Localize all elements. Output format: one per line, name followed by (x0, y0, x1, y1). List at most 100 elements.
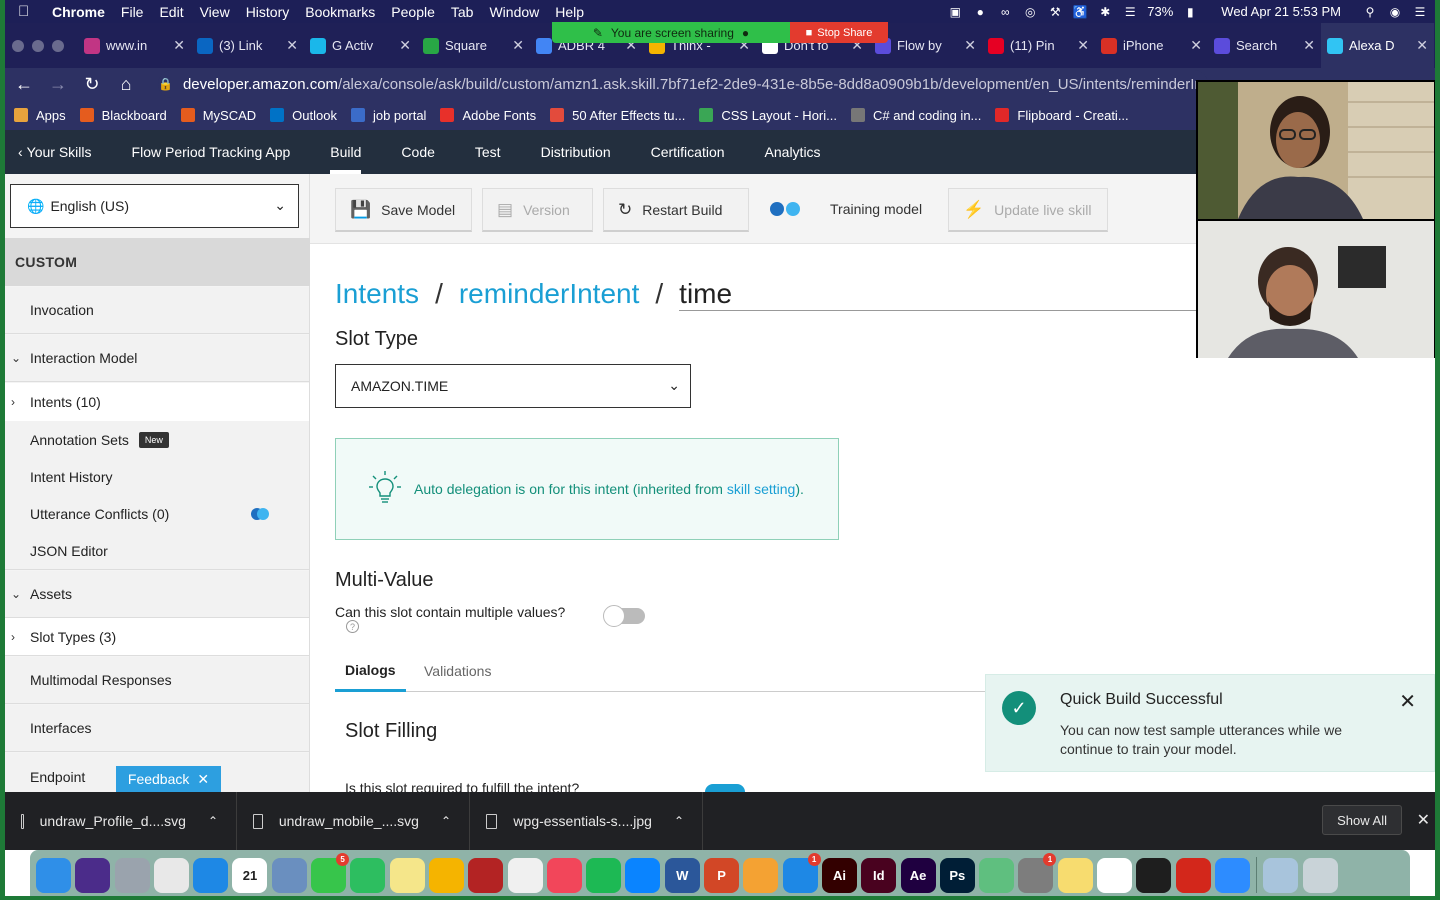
bookmark-item[interactable]: 50 After Effects tu... (550, 108, 685, 123)
spotlight-icon[interactable]: ⚲ (1362, 5, 1378, 19)
breadcrumb-intent[interactable]: reminderIntent (459, 278, 640, 310)
sidebar-item-intent-history[interactable]: Intent History (5, 458, 309, 495)
slot-name-field[interactable]: time (679, 278, 1253, 311)
menu-file[interactable]: File (121, 4, 144, 20)
multi-value-toggle[interactable] (603, 605, 645, 627)
sidebar-item-annotation-sets[interactable]: Annotation Sets New (5, 421, 309, 458)
target-icon[interactable]: ◎ (1022, 5, 1038, 19)
finder-window-icon[interactable] (1263, 857, 1299, 893)
tab-dialogs[interactable]: Dialogs (335, 650, 406, 692)
close-tab-icon[interactable]: ✕ (173, 37, 185, 54)
home-icon[interactable]: ⌂ (116, 74, 136, 95)
required-toggle[interactable] (705, 784, 745, 792)
word-icon[interactable]: W (664, 857, 700, 893)
restart-build-button[interactable]: ↻ Restart Build (603, 188, 749, 232)
stickies2-icon[interactable] (1057, 857, 1093, 893)
save-model-button[interactable]: 💾 Save Model (335, 188, 472, 232)
update-live-skill-button[interactable]: ⚡ Update live skill (948, 188, 1108, 232)
siri-icon[interactable] (75, 857, 111, 893)
wifi-icon[interactable]: ☰ (1122, 5, 1138, 19)
download-item[interactable]: undraw_mobile_....svg ⌃ (237, 792, 470, 850)
browser-tab[interactable]: iPhone ✕ (1095, 23, 1208, 68)
reload-icon[interactable]: ↻ (82, 74, 102, 95)
sidebar-item-interfaces[interactable]: Interfaces (5, 705, 309, 752)
show-all-button[interactable]: Show All (1322, 805, 1402, 835)
nav-analytics[interactable]: Analytics (765, 130, 821, 174)
control-center-icon[interactable]: ☰ (1412, 5, 1428, 19)
help-icon[interactable]: ? (346, 620, 359, 633)
version-button[interactable]: ▤ Version (482, 188, 593, 232)
nav-test[interactable]: Test (475, 130, 501, 174)
stop-share-button[interactable]: ■ Stop Share (790, 22, 888, 43)
close-tab-icon[interactable]: ✕ (399, 37, 411, 54)
trash-icon[interactable] (1302, 857, 1338, 893)
photos-icon[interactable] (507, 857, 543, 893)
minimize-window-button[interactable] (32, 39, 44, 52)
messenger-icon[interactable] (625, 857, 661, 893)
accessibility-icon[interactable]: ♿ (1072, 5, 1088, 19)
nav-skill-name[interactable]: Flow Period Tracking App (132, 130, 291, 174)
photoshop-icon[interactable]: Ps (939, 857, 975, 893)
sidebar-item-intents[interactable]: › Intents (10) (5, 383, 309, 421)
stickies-icon[interactable] (428, 857, 464, 893)
zoom-status-icon[interactable]: ● (972, 5, 988, 19)
download-item[interactable]: wpg-essentials-s....jpg ⌃ (470, 792, 703, 850)
url-field[interactable]: 🔒 developer.amazon.com/alexa/console/ask… (158, 70, 1208, 98)
atom-icon[interactable] (979, 857, 1015, 893)
slack-icon[interactable] (1097, 857, 1133, 893)
skill-setting-link[interactable]: skill setting (727, 481, 795, 497)
browser-tab[interactable]: (3) Link ✕ (191, 23, 304, 68)
nav-distribution[interactable]: Distribution (541, 130, 611, 174)
back-arrow-icon[interactable]: ← (14, 74, 34, 95)
siri-menu-icon[interactable]: ◉ (1387, 5, 1403, 19)
browser-tab[interactable]: Search ✕ (1208, 23, 1321, 68)
close-icon[interactable]: ✕ (1417, 810, 1430, 830)
aftereffects-icon[interactable]: Ae (900, 857, 936, 893)
bookmark-item[interactable]: Apps (14, 108, 66, 123)
browser-tab[interactable]: www.in ✕ (78, 23, 191, 68)
bookmark-item[interactable]: MySCAD (180, 108, 256, 123)
creative-cloud-icon[interactable]: ∞ (997, 5, 1013, 19)
download-item[interactable]: undraw_Profile_d....svg ⌃ (5, 792, 237, 850)
notes-icon[interactable] (389, 857, 425, 893)
menu-bookmarks[interactable]: Bookmarks (305, 4, 375, 20)
pages-icon[interactable] (743, 857, 779, 893)
clock[interactable]: Wed Apr 21 5:53 PM (1221, 4, 1341, 19)
sidebar-item-assets[interactable]: ⌄ Assets (5, 571, 309, 618)
bookmark-item[interactable]: Flipboard - Creati... (995, 108, 1129, 123)
slot-type-select[interactable]: AMAZON.TIME ⌄ (335, 364, 691, 408)
sidebar-item-multimodal-responses[interactable]: Multimodal Responses (5, 657, 309, 704)
close-tab-icon[interactable]: ✕ (286, 37, 298, 54)
evernote-icon[interactable] (350, 857, 386, 893)
close-icon[interactable]: ✕ (1399, 689, 1416, 714)
apple-icon[interactable]:  (18, 3, 38, 20)
bluetooth-icon[interactable]: ✱ (1097, 5, 1113, 19)
menu-people[interactable]: People (391, 4, 435, 20)
browser-tab[interactable]: (11) Pin ✕ (982, 23, 1095, 68)
bookmark-item[interactable]: CSS Layout - Hori... (699, 108, 837, 123)
nav-certification[interactable]: Certification (651, 130, 725, 174)
menu-edit[interactable]: Edit (159, 4, 183, 20)
close-tab-icon[interactable]: ✕ (1416, 37, 1428, 54)
feedback-button[interactable]: Feedback ✕ (116, 766, 221, 792)
close-tab-icon[interactable]: ✕ (964, 37, 976, 54)
nav-code[interactable]: Code (401, 130, 434, 174)
browser-tab[interactable]: G Activ ✕ (304, 23, 417, 68)
spotify-icon[interactable] (586, 857, 622, 893)
sidebar-item-invocation[interactable]: Invocation (5, 287, 309, 334)
breadcrumb-intents[interactable]: Intents (335, 278, 419, 310)
fullscreen-window-button[interactable] (52, 39, 64, 52)
forward-arrow-icon[interactable]: → (48, 74, 68, 95)
close-tab-icon[interactable]: ✕ (1077, 37, 1089, 54)
powerpoint-icon[interactable]: P (704, 857, 740, 893)
lock-icon[interactable]: 🔒 (158, 77, 173, 91)
sidebar-item-slot-types[interactable]: › Slot Types (3) (5, 618, 309, 656)
chevron-up-icon[interactable]: ⌃ (674, 814, 684, 828)
bookmark-item[interactable]: Adobe Fonts (440, 108, 536, 123)
bookmark-item[interactable]: job portal (350, 108, 426, 123)
preview-icon[interactable] (271, 857, 307, 893)
illustrator-icon[interactable]: Ai (821, 857, 857, 893)
menu-view[interactable]: View (200, 4, 230, 20)
close-icon[interactable]: ✕ (197, 771, 209, 788)
chrome-icon[interactable] (153, 857, 189, 893)
